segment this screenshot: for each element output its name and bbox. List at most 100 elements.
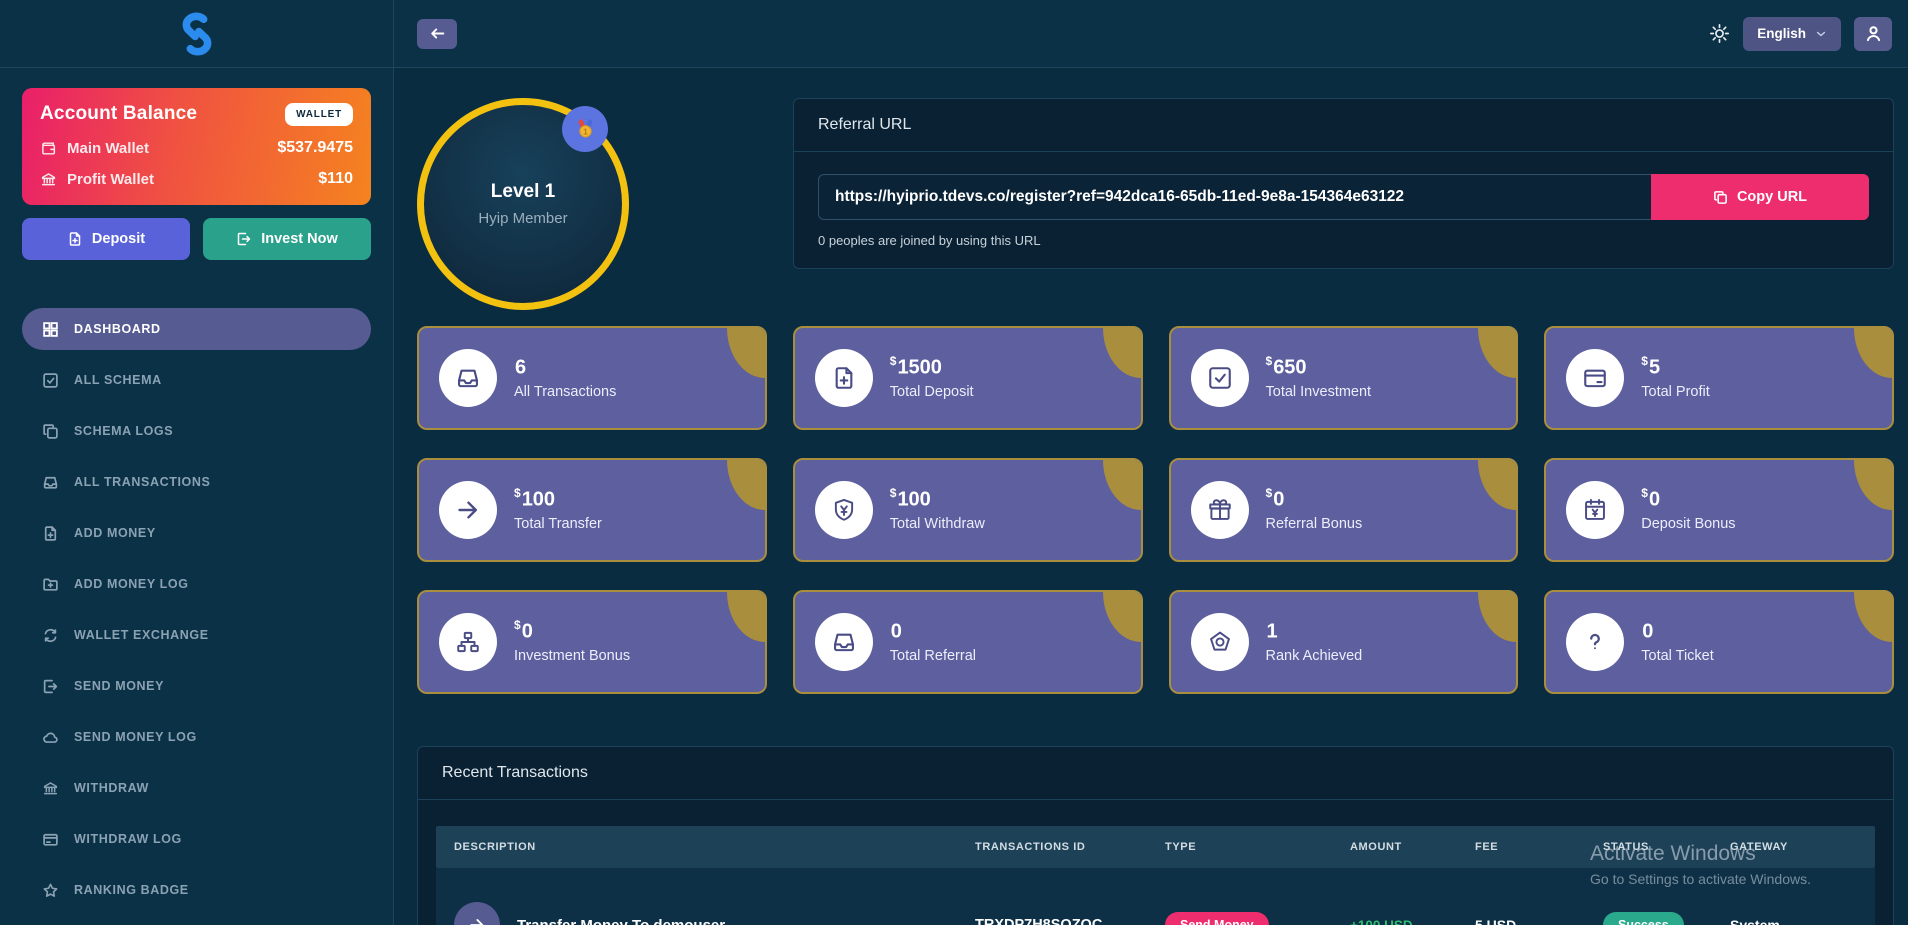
stat-card-all-transactions: 6 All Transactions	[417, 326, 767, 430]
stat-value: 1	[1267, 620, 1278, 642]
profile-section: Level 1 Hyip Member 1	[417, 98, 793, 310]
app-logo-icon	[174, 11, 220, 57]
stat-card-deposit-bonus: $0 Deposit Bonus	[1544, 458, 1894, 562]
sidebar-item-send-money[interactable]: SEND MONEY	[22, 665, 371, 707]
referral-url-input[interactable]	[818, 174, 1651, 220]
level-medal-badge: 1	[562, 106, 608, 152]
stat-label: Total Referral	[890, 648, 976, 664]
sidebar-item-schema-logs[interactable]: SCHEMA LOGS	[22, 410, 371, 452]
sidebar-item-add-money[interactable]: ADD MONEY	[22, 512, 371, 554]
profit-wallet-label: Profit Wallet	[67, 171, 154, 188]
recent-transactions-card: Recent Transactions DESCRIPTION TRANSACT…	[417, 746, 1894, 925]
stat-card-investment-bonus: $0 Investment Bonus	[417, 590, 767, 694]
main-content: Level 1 Hyip Member 1 Referral UR	[394, 68, 1908, 925]
main-wallet-row: Main Wallet $537.9475	[40, 139, 353, 157]
stat-value: 0	[522, 620, 533, 642]
main-wallet-label: Main Wallet	[67, 140, 149, 157]
stat-card-total-referral: 0 Total Referral	[793, 590, 1143, 694]
grid-icon	[42, 321, 59, 338]
stat-card-total-profit: $5 Total Profit	[1544, 326, 1894, 430]
stat-prefix: $	[514, 486, 521, 500]
invest-now-button[interactable]: Invest Now	[203, 218, 371, 260]
sidebar-item-ranking-badge[interactable]: RANKING BADGE	[22, 869, 371, 911]
main-wallet-value: $537.9475	[277, 139, 353, 157]
back-button[interactable]	[417, 19, 457, 49]
col-status: STATUS	[1603, 841, 1730, 853]
calendar-currency-icon	[1566, 481, 1624, 539]
shield-currency-icon	[815, 481, 873, 539]
sidebar: Account Balance WALLET Main Wallet $537.…	[0, 68, 394, 925]
transaction-row: Transfer Money To demouser TRXDP7H8SQZQC…	[436, 868, 1875, 925]
gold-corner	[1478, 460, 1516, 510]
stat-prefix: $	[1641, 486, 1648, 500]
stat-card-total-ticket: 0 Total Ticket	[1544, 590, 1894, 694]
theme-toggle-button[interactable]	[1709, 23, 1730, 44]
gold-corner	[727, 460, 765, 510]
gold-corner	[727, 328, 765, 378]
col-type: TYPE	[1165, 841, 1350, 853]
folder-plus-icon	[42, 576, 59, 593]
file-plus-icon	[42, 525, 59, 542]
stat-prefix: $	[1641, 354, 1648, 368]
sidebar-item-label: WITHDRAW LOG	[74, 832, 182, 846]
send-icon	[42, 678, 59, 695]
stat-value: 0	[891, 620, 902, 642]
chevron-down-icon	[1815, 28, 1827, 40]
gold-corner	[727, 592, 765, 642]
stat-value: 650	[1273, 356, 1306, 378]
transaction-id: TRXDP7H8SQZQC	[975, 917, 1165, 925]
profit-wallet-row: Profit Wallet $110	[40, 170, 353, 188]
deposit-button[interactable]: Deposit	[22, 218, 190, 260]
sidebar-item-wallet-exchange[interactable]: WALLET EXCHANGE	[22, 614, 371, 656]
bank-icon	[40, 171, 57, 188]
gold-corner	[1854, 592, 1892, 642]
sidebar-item-withdraw[interactable]: WITHDRAW	[22, 767, 371, 809]
transaction-type-icon	[454, 902, 500, 925]
sidebar-item-label: DASHBOARD	[74, 322, 161, 336]
col-amount: AMOUNT	[1350, 841, 1475, 853]
invest-icon	[236, 231, 252, 247]
transaction-status-badge: Success	[1603, 912, 1684, 925]
medal-icon: 1	[572, 116, 599, 143]
profit-wallet-value: $110	[318, 170, 353, 188]
referral-caption: 0 peoples are joined by using this URL	[818, 233, 1869, 248]
profile-role: Hyip Member	[478, 210, 567, 227]
transactions-table-header: DESCRIPTION TRANSACTIONS ID TYPE AMOUNT …	[436, 826, 1875, 868]
sidebar-item-withdraw-log[interactable]: WITHDRAW LOG	[22, 818, 371, 860]
sidebar-item-all-transactions[interactable]: ALL TRANSACTIONS	[22, 461, 371, 503]
referral-url-card: Referral URL Copy URL 0 peoples are join…	[793, 98, 1894, 269]
stat-prefix: $	[1266, 354, 1273, 368]
dashboard-app: English Account Balance WALLET	[0, 0, 1908, 925]
gold-corner	[1854, 328, 1892, 378]
arrow-right-icon	[439, 481, 497, 539]
sidebar-item-label: ADD MONEY LOG	[74, 577, 189, 591]
sidebar-item-dashboard[interactable]: DASHBOARD	[22, 308, 371, 350]
stat-card-total-deposit: $1500 Total Deposit	[793, 326, 1143, 430]
sidebar-item-send-money-log[interactable]: SEND MONEY LOG	[22, 716, 371, 758]
stat-value: 6	[515, 356, 526, 378]
recent-transactions-title: Recent Transactions	[418, 747, 1893, 800]
sidebar-item-label: WITHDRAW	[74, 781, 149, 795]
language-selector[interactable]: English	[1743, 17, 1841, 51]
sidebar-menu: DASHBOARD ALL SCHEMA SCHEMA LOGS ALL TRA…	[22, 308, 371, 911]
sidebar-item-label: ALL SCHEMA	[74, 373, 162, 387]
file-plus-icon	[67, 231, 83, 247]
credit-card-icon	[1566, 349, 1624, 407]
stat-card-referral-bonus: $0 Referral Bonus	[1169, 458, 1519, 562]
balance-title: Account Balance	[40, 103, 197, 125]
sidebar-item-all-schema[interactable]: ALL SCHEMA	[22, 359, 371, 401]
profile-menu-button[interactable]	[1854, 17, 1892, 51]
star-icon	[42, 882, 59, 899]
credit-card-icon	[42, 831, 59, 848]
sidebar-item-add-money-log[interactable]: ADD MONEY LOG	[22, 563, 371, 605]
wallet-icon	[40, 140, 57, 157]
stat-prefix: $	[1266, 486, 1273, 500]
deposit-label: Deposit	[92, 231, 145, 247]
stat-card-total-transfer: $100 Total Transfer	[417, 458, 767, 562]
gold-corner	[1103, 460, 1141, 510]
brand-area	[0, 0, 394, 68]
copy-url-button[interactable]: Copy URL	[1651, 174, 1869, 220]
col-gateway: GATEWAY	[1730, 841, 1857, 853]
referral-card-title: Referral URL	[794, 99, 1893, 152]
svg-text:1: 1	[583, 126, 588, 136]
